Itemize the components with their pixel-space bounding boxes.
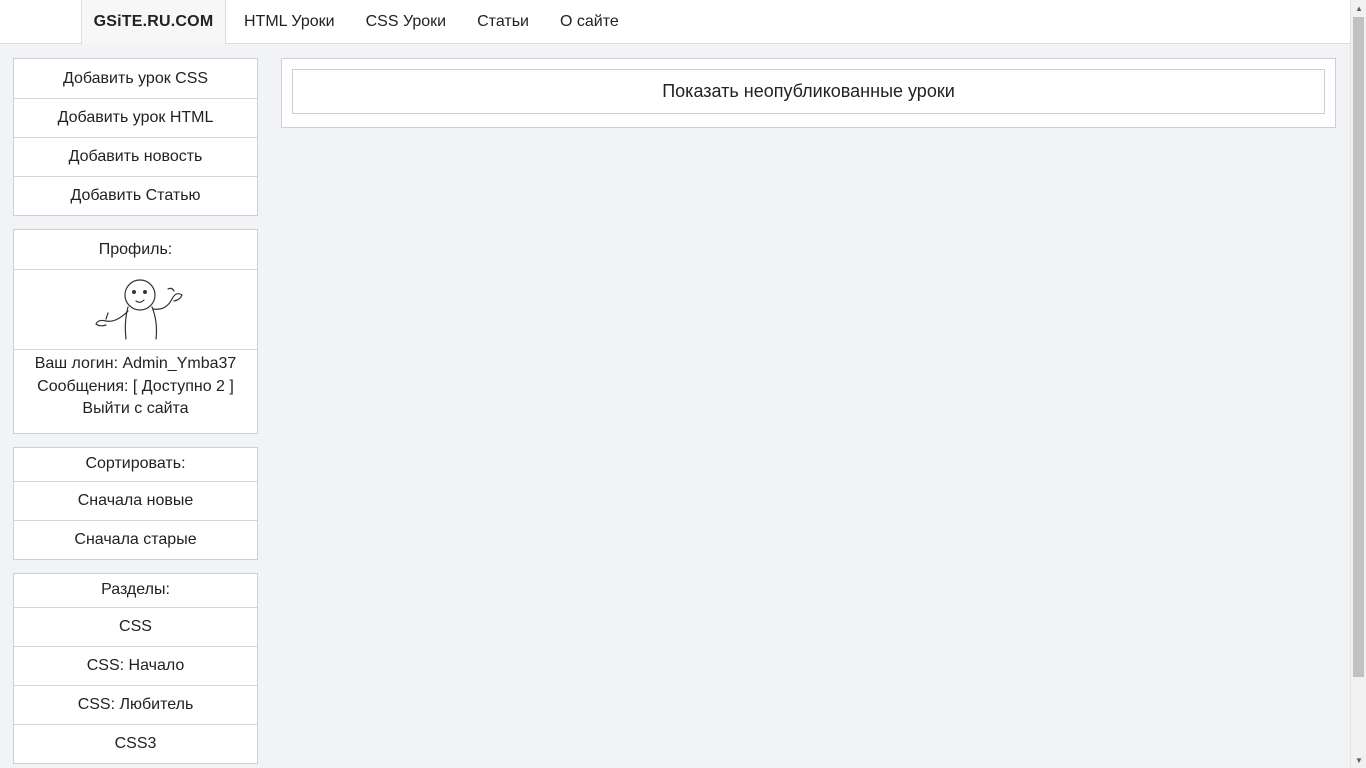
nav-link-html-lessons[interactable]: HTML Уроки (244, 13, 335, 31)
section-item-css-start[interactable]: CSS: Начало (14, 645, 257, 685)
profile-info: Ваш логин: Admin_Ymba37 Сообщения: [ Дос… (14, 350, 257, 433)
sections-title: Разделы: (101, 581, 170, 598)
sort-title: Сортировать: (85, 455, 186, 472)
messages-link[interactable]: Сообщения: [ Доступно 2 ] (14, 376, 257, 399)
login-text: Ваш логин: Admin_Ymba37 (34, 355, 237, 372)
scroll-down-icon[interactable]: ▼ (1351, 752, 1366, 768)
scroll-thumb[interactable] (1353, 17, 1364, 677)
add-news-button[interactable]: Добавить новость (14, 137, 257, 176)
sort-panel: Сортировать: Сначала новые Сначала стары… (13, 446, 258, 560)
nav-link-about[interactable]: О сайте (560, 13, 619, 31)
admin-actions-panel: Добавить урок CSS Добавить урок HTML Доб… (13, 58, 258, 216)
add-html-lesson-button[interactable]: Добавить урок HTML (14, 98, 257, 137)
nav-link-css-lessons[interactable]: CSS Уроки (366, 13, 447, 31)
site-logo[interactable]: GSiTE.RU.COM (81, 0, 226, 44)
vertical-scrollbar[interactable]: ▲ ▼ (1350, 0, 1366, 768)
top-navigation: GSiTE.RU.COM HTML Уроки CSS Уроки Статьи… (0, 0, 1350, 44)
profile-title: Профиль: (98, 240, 173, 258)
nav-link-articles[interactable]: Статьи (477, 13, 529, 31)
main-panel: Показать неопубликованные уроки (281, 58, 1336, 128)
section-item-css-amateur[interactable]: CSS: Любитель (14, 684, 257, 724)
sidebar: Добавить урок CSS Добавить урок HTML Доб… (13, 58, 258, 768)
scroll-up-icon[interactable]: ▲ (1351, 0, 1366, 16)
sort-newest-button[interactable]: Сначала новые (14, 480, 257, 520)
page: GSiTE.RU.COM HTML Уроки CSS Уроки Статьи… (0, 0, 1350, 768)
section-item-css3[interactable]: CSS3 (14, 723, 257, 763)
section-item-css[interactable]: CSS (14, 606, 257, 646)
shrug-meme-avatar-icon (94, 278, 183, 340)
sections-panel: Разделы: CSS CSS: Начало CSS: Любитель C… (13, 572, 258, 764)
profile-panel: Профиль: Ваш логин: Admin_Ymba37 Сообщен… (13, 229, 258, 434)
add-css-lesson-button[interactable]: Добавить урок CSS (14, 59, 257, 98)
show-unpublished-button[interactable]: Показать неопубликованные уроки (292, 69, 1325, 114)
avatar (14, 269, 257, 350)
nav-links: HTML Уроки CSS Уроки Статьи О сайте (244, 0, 650, 44)
logout-link[interactable]: Выйти с сайта (14, 398, 257, 421)
add-article-button[interactable]: Добавить Статью (14, 176, 257, 215)
sort-oldest-button[interactable]: Сначала старые (14, 519, 257, 559)
